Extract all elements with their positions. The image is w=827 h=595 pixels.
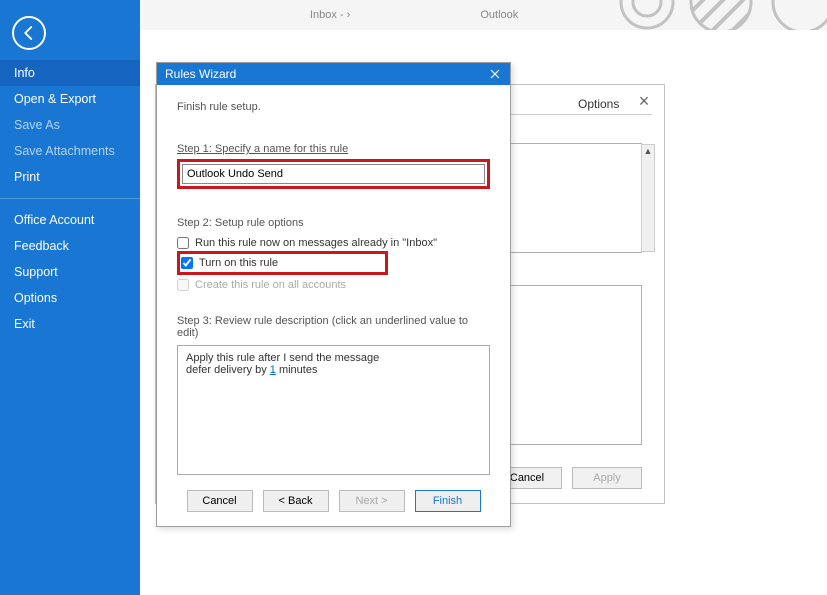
back-arrow-icon [20,24,38,42]
checkbox-run-now-label: Run this rule now on messages already in… [195,237,437,249]
rule-desc-line2: defer delivery by 1 minutes [186,364,481,376]
wizard-finish-button[interactable]: Finish [415,490,481,512]
checkbox-turn-on-input[interactable] [181,257,193,269]
rule-name-highlight [177,159,490,189]
wizard-next-button: Next > [339,490,405,512]
close-icon [490,69,500,79]
checkbox-all-accounts-label: Create this rule on all accounts [195,279,346,291]
back-button[interactable] [12,16,46,50]
deco-ring-icon [771,0,827,34]
step1-label: Step 1: Specify a name for this rule [177,143,490,155]
sidebar-item-feedback[interactable]: Feedback [0,233,140,259]
wizard-button-row: Cancel < Back Next > Finish [157,490,510,512]
checkbox-all-accounts-input [177,279,189,291]
wizard-subtitle: Finish rule setup. [177,101,490,113]
checkbox-turn-on-label: Turn on this rule [199,257,278,269]
options-tab-options[interactable]: Options [578,97,619,115]
sidebar-item-support[interactable]: Support [0,259,140,285]
sidebar-item-office-account[interactable]: Office Account [0,207,140,233]
rules-wizard-dialog: Rules Wizard Finish rule setup. Step 1: … [156,62,511,527]
wizard-titlebar[interactable]: Rules Wizard [157,63,510,85]
sidebar-item-save-attachments: Save Attachments [0,138,140,164]
backstage-sidebar: Info Open & Export Save As Save Attachme… [0,0,140,595]
deco-circle-icon [615,0,679,34]
checkbox-turn-on[interactable]: Turn on this rule [181,255,381,271]
wizard-back-button[interactable]: < Back [263,490,329,512]
ribbon-inbox-label: Inbox - › [310,9,350,21]
sidebar-item-exit[interactable]: Exit [0,311,140,337]
turn-on-highlight: Turn on this rule [177,251,388,275]
top-ribbon: Inbox - › Outlook [140,0,827,30]
sidebar-divider [0,198,140,199]
step2-label: Step 2: Setup rule options [177,217,490,229]
rule-desc-line1: Apply this rule after I send the message [186,352,481,364]
rule-description-box: Apply this rule after I send the message… [177,345,490,475]
checkbox-all-accounts: Create this rule on all accounts [177,277,490,293]
wizard-title: Rules Wizard [165,67,236,81]
sidebar-item-save-as: Save As [0,112,140,138]
options-apply-button: Apply [572,467,642,489]
sidebar-item-open-export[interactable]: Open & Export [0,86,140,112]
checkbox-run-now[interactable]: Run this rule now on messages already in… [177,235,490,251]
sidebar-item-info[interactable]: Info [0,60,140,86]
rule-name-input[interactable] [182,164,485,184]
options-close-button[interactable]: × [632,89,656,113]
ribbon-app-label: Outlook [480,9,518,21]
sidebar-item-options[interactable]: Options [0,285,140,311]
checkbox-run-now-input[interactable] [177,237,189,249]
wizard-close-button[interactable] [480,63,510,85]
step3-label: Step 3: Review rule description (click a… [177,315,490,339]
wizard-cancel-button[interactable]: Cancel [187,490,253,512]
scrollbar[interactable]: ▲ [641,144,655,252]
sidebar-item-print[interactable]: Print [0,164,140,190]
deco-stripes-icon [689,0,753,34]
